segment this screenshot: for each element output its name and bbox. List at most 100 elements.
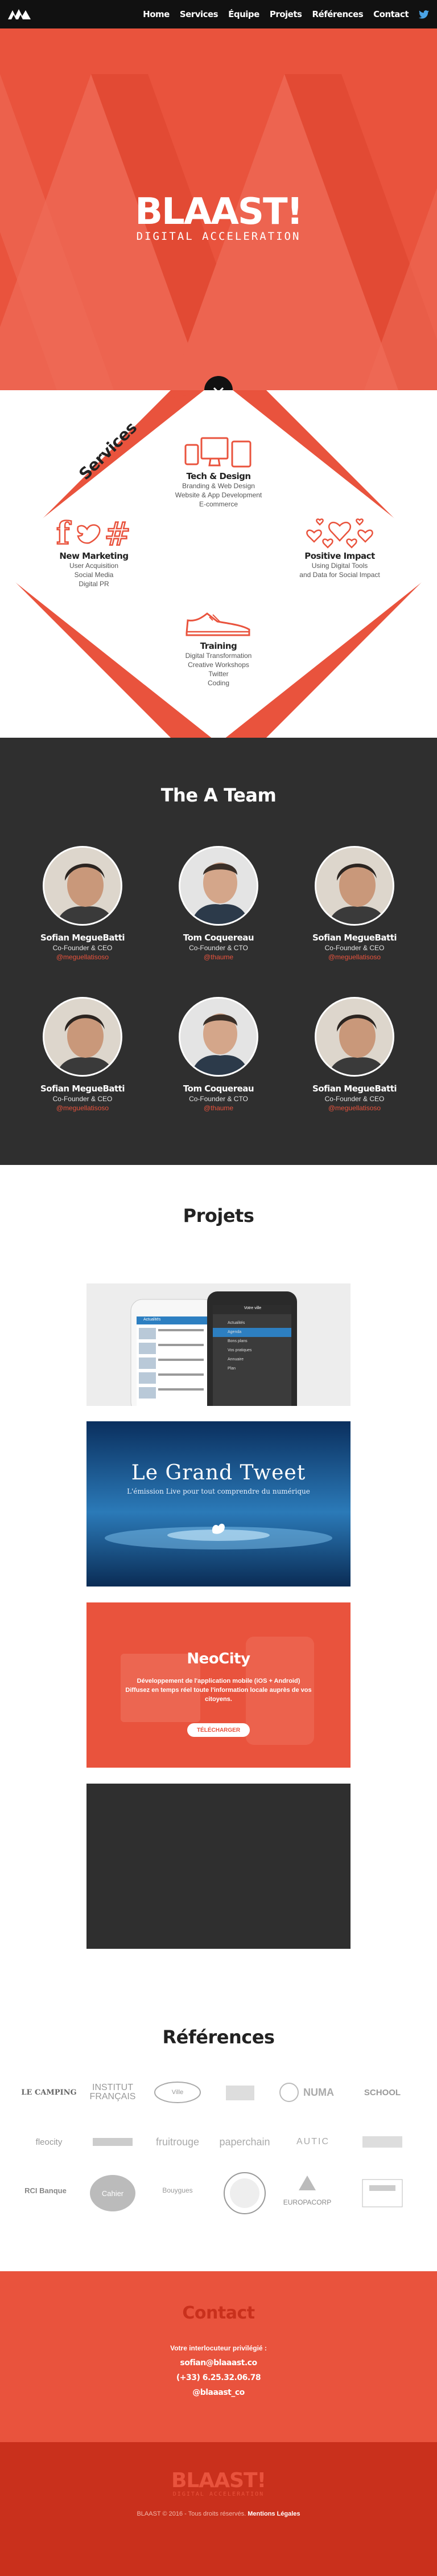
project-card-mobile-app[interactable]: Votre ville Actualités Actualités Agenda… [86,1283,351,1406]
service-title: Training [200,641,237,651]
reference-logo: Ville [149,2081,206,2104]
footer-brand-name: BLAAST! [171,2469,266,2492]
member-twitter-link[interactable]: @meguellatisoso [23,953,142,961]
phone-header: Actualités [143,1318,161,1322]
phone-menu-item: Vos pratiques [228,1348,252,1352]
nav-equipe[interactable]: Équipe [228,9,259,19]
seal-logo-icon [224,2172,266,2214]
avatar [179,997,258,1077]
reference-mark-icon [362,2179,403,2207]
project-card-neocity[interactable]: NeoCity Développement de l'application m… [86,1602,351,1768]
service-line: Using Digital Tools [311,562,368,570]
member-name: Tom Coquereau [183,1083,254,1094]
member-twitter-link[interactable]: @meguellatisoso [295,953,414,961]
nav-services[interactable]: Services [180,9,218,19]
team-member: Sofian MegueBatti Co-Founder & CEO @megu… [295,997,414,1112]
team-member: Tom Coquereau Co-Founder & CTO @thaume [159,846,278,961]
nav-references[interactable]: Références [312,9,363,19]
neocity-text: Développement de l'application mobile (i… [137,1678,300,1684]
member-role: Co-Founder & CTO [189,944,248,952]
reference-logo [216,2170,273,2216]
reference-logo: fleocity [35,2137,63,2147]
project-card-dark[interactable] [86,1784,351,1949]
contact-phone[interactable]: (+33) 6.25.32.06.78 [0,2370,437,2385]
grand-tweet-title: Le Grand Tweet [131,1461,306,1485]
avatar [315,846,394,926]
team-member: Sofian MegueBatti Co-Founder & CEO @megu… [23,997,142,1112]
member-role: Co-Founder & CTO [189,1095,248,1103]
nav-menu: Home Services Équipe Projets Références … [143,9,429,19]
twitter-icon[interactable] [419,10,429,19]
grand-tweet-image [86,1421,351,1587]
contact-twitter-link[interactable]: @blaaast_co [0,2385,437,2400]
projects-section: Projets Votre ville Actualités Actualité… [0,1165,437,2014]
contact-title: Contact [182,2303,255,2323]
team-member: Tom Coquereau Co-Founder & CTO @thaume [159,997,278,1112]
avatar-portrait-icon [44,848,121,924]
phone-menu-item: Actualités [228,1321,245,1325]
neocity-title: NeoCity [187,1650,250,1667]
avatar-portrait-icon [44,999,121,1075]
reference-logo [212,2081,269,2104]
avatar [315,997,394,1077]
service-line: Branding & Web Design [182,482,255,490]
member-role: Co-Founder & CEO [52,944,113,952]
member-twitter-link[interactable]: @meguellatisoso [295,1104,414,1112]
hero-brand: BLAAST! DIGITAL ACCELERATION [0,194,437,243]
team-member: Sofian MegueBatti Co-Founder & CEO @megu… [295,846,414,961]
service-line: Website & App Development [175,491,262,499]
phone-menu-item: Plan [228,1367,236,1371]
social-icon: f # [56,517,131,549]
legal-link[interactable]: Mentions Légales [248,2510,300,2517]
service-line: Creative Workshops [188,661,249,669]
service-line: and Data for Social Impact [299,571,380,579]
copyright-text: BLAAST © 2016 - Tous droits réservés. [137,2510,246,2517]
reference-logo: LE CAMPING [21,2088,77,2097]
hearts-icon [306,518,373,549]
references-title: Références [162,2026,275,2048]
reference-logo [354,2131,411,2153]
phone-menu-item: Annuaire [228,1357,244,1361]
blaaast-logo-icon[interactable] [8,8,31,21]
reference-label: Ville [171,2089,184,2096]
avatar-portrait-icon [316,999,393,1075]
project-card-le-grand-tweet[interactable]: Le Grand Tweet L'émission Live pour tout… [86,1421,351,1587]
svg-text:#: # [104,517,131,549]
avatar-portrait-icon [316,848,393,924]
member-twitter-link[interactable]: @thaume [159,1104,278,1112]
phone-menu-item: Agenda [228,1330,242,1334]
neocity-text: Diffusez en temps réel toute l'informati… [125,1687,312,1703]
contact-lead: Votre interlocuteur privilégié : [170,2344,267,2352]
avatar-portrait-icon [180,848,257,924]
reference-logo: AUTIC [296,2137,329,2146]
nav-projets[interactable]: Projets [270,9,302,19]
contact-email-link[interactable]: sofian@blaaast.co [0,2356,437,2370]
reference-logo: NUMA [303,2086,334,2098]
member-role: Co-Founder & CEO [324,1095,385,1103]
member-twitter-link[interactable]: @meguellatisoso [23,1104,142,1112]
member-name: Sofian MegueBatti [40,1083,125,1094]
service-line: Coding [207,679,230,687]
member-role: Co-Founder & CEO [324,944,385,952]
nav-contact[interactable]: Contact [373,9,409,19]
reference-logo: INSTITUT FRANÇAIS [89,2083,136,2101]
top-navbar: Home Services Équipe Projets Références … [0,0,437,28]
reference-logo: SCHOOL [364,2087,401,2097]
team-section: The A Team Sofian MegueBatti Co-Founder … [0,738,437,1165]
phone-menu-item: Bons plans [228,1339,248,1343]
reference-label: Cahier [101,2189,124,2198]
neocity-download-button[interactable]: TÉLÉCHARGER [187,1723,250,1737]
services-section: Services Tech & Design Branding & Web De… [0,390,437,738]
member-twitter-link[interactable]: @thaume [159,953,278,961]
avatar-portrait-icon [180,999,257,1075]
avatar [43,997,122,1077]
grand-tweet-subtitle: L'émission Live pour tout comprendre du … [127,1487,310,1495]
member-name: Sofian MegueBatti [40,933,125,943]
hero-section: BLAAST! DIGITAL ACCELERATION [0,28,437,390]
nav-home[interactable]: Home [143,9,170,19]
reference-label: EUROPACORP [283,2198,332,2206]
phone-header: Votre ville [244,1306,262,1310]
service-title: New Marketing [59,551,129,561]
neocity-description: Développement de l'application mobile (i… [121,1677,316,1704]
hero-tagline: DIGITAL ACCELERATION [136,230,301,243]
